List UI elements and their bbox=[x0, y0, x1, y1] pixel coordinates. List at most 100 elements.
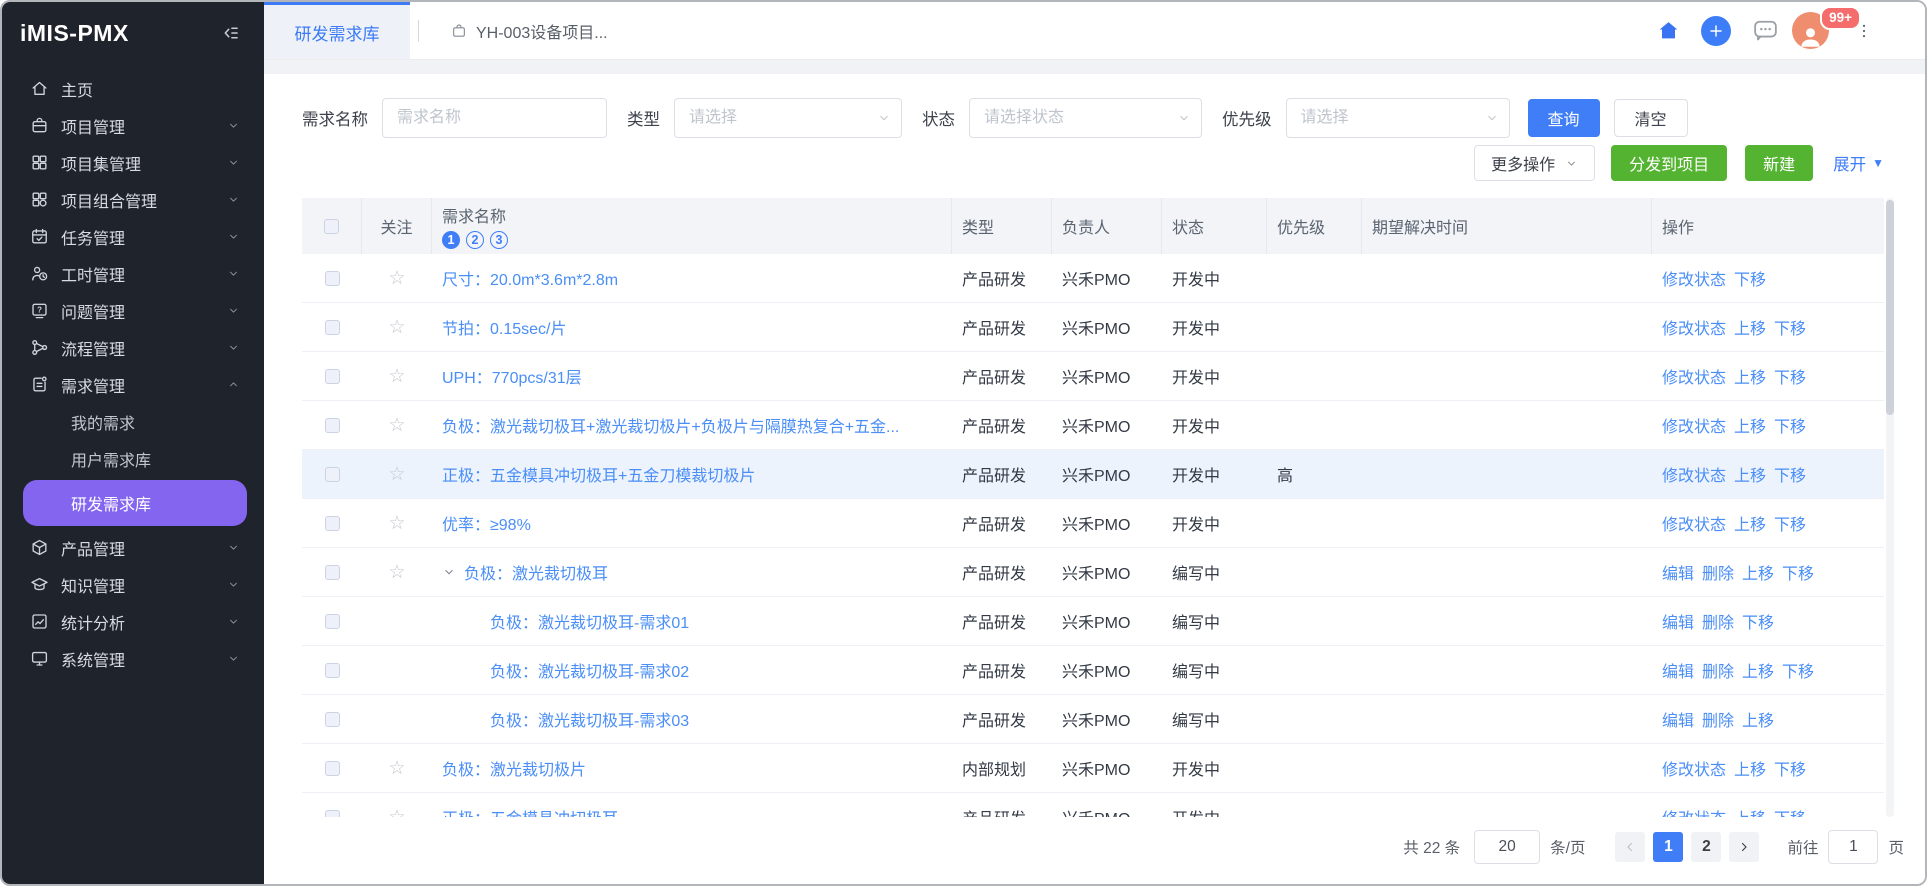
sidebar-item-analytics[interactable]: 统计分析 bbox=[2, 603, 264, 640]
more-actions-button[interactable]: 更多操作 bbox=[1474, 145, 1595, 181]
action-link[interactable]: 下移 bbox=[1774, 315, 1806, 339]
action-link[interactable]: 编辑 bbox=[1662, 658, 1694, 682]
action-link[interactable]: 下移 bbox=[1774, 756, 1806, 780]
status-select[interactable] bbox=[969, 98, 1202, 138]
expand-all-link[interactable]: 展开 ▼ bbox=[1833, 151, 1884, 175]
row-checkbox[interactable] bbox=[325, 516, 340, 531]
action-link[interactable]: 下移 bbox=[1774, 805, 1806, 817]
action-link[interactable]: 下移 bbox=[1774, 413, 1806, 437]
collapse-sidebar-icon[interactable] bbox=[220, 22, 242, 44]
action-link[interactable]: 上移 bbox=[1734, 511, 1766, 535]
next-page-button[interactable] bbox=[1729, 832, 1759, 862]
requirement-name-link[interactable]: 负极：激光裁切极耳-需求02 bbox=[490, 658, 689, 682]
sidebar-item-system-mgmt[interactable]: 系统管理 bbox=[2, 640, 264, 677]
row-checkbox[interactable] bbox=[325, 614, 340, 629]
action-link[interactable]: 修改状态 bbox=[1662, 413, 1726, 437]
sidebar-item-knowledge-mgmt[interactable]: 知识管理 bbox=[2, 566, 264, 603]
sidebar-item-task-mgmt[interactable]: 任务管理 bbox=[2, 218, 264, 255]
star-icon[interactable]: ☆ bbox=[388, 465, 405, 484]
page-button-2[interactable]: 2 bbox=[1691, 832, 1721, 862]
action-link[interactable]: 下移 bbox=[1782, 658, 1814, 682]
sidebar-item-program-mgmt[interactable]: 项目集管理 bbox=[2, 144, 264, 181]
row-checkbox[interactable] bbox=[325, 418, 340, 433]
messages-icon[interactable] bbox=[1752, 17, 1779, 44]
sidebar-item-project-mgmt[interactable]: 项目管理 bbox=[2, 107, 264, 144]
requirement-name-link[interactable]: 负极：激光裁切极片 bbox=[442, 756, 586, 780]
sidebar-item-issue-mgmt[interactable]: ?问题管理 bbox=[2, 292, 264, 329]
prev-page-button[interactable] bbox=[1615, 832, 1645, 862]
action-link[interactable]: 编辑 bbox=[1662, 560, 1694, 584]
action-link[interactable]: 删除 bbox=[1702, 609, 1734, 633]
action-link[interactable]: 下移 bbox=[1782, 560, 1814, 584]
sidebar-item-process-mgmt[interactable]: 流程管理 bbox=[2, 329, 264, 366]
row-checkbox[interactable] bbox=[325, 663, 340, 678]
requirement-name-link[interactable]: 正极：五金模具冲切极耳+五金刀模裁切极片 bbox=[442, 462, 755, 486]
action-link[interactable]: 编辑 bbox=[1662, 609, 1694, 633]
action-link[interactable]: 修改状态 bbox=[1662, 315, 1726, 339]
action-link[interactable]: 下移 bbox=[1734, 266, 1766, 290]
star-icon[interactable]: ☆ bbox=[388, 269, 405, 288]
action-link[interactable]: 修改状态 bbox=[1662, 511, 1726, 535]
action-link[interactable]: 上移 bbox=[1734, 805, 1766, 817]
sidebar-item-requirement-mgmt[interactable]: 需求管理 bbox=[2, 366, 264, 403]
requirement-name-link[interactable]: 优率：≥98% bbox=[442, 511, 531, 535]
action-link[interactable]: 上移 bbox=[1742, 707, 1774, 731]
requirement-name-link[interactable]: 节拍：0.15sec/片 bbox=[442, 315, 567, 339]
star-icon[interactable]: ☆ bbox=[388, 514, 405, 533]
action-link[interactable]: 上移 bbox=[1742, 560, 1774, 584]
goto-page-input[interactable] bbox=[1828, 830, 1878, 864]
action-link[interactable]: 修改状态 bbox=[1662, 266, 1726, 290]
requirement-name-link[interactable]: UPH：770pcs/31层 bbox=[442, 364, 582, 388]
scrollbar-thumb[interactable] bbox=[1886, 200, 1894, 415]
star-icon[interactable]: ☆ bbox=[388, 318, 405, 337]
action-link[interactable]: 上移 bbox=[1742, 658, 1774, 682]
requirement-name-link[interactable]: 负极：激光裁切极耳+激光裁切极片+负极片与隔膜热复合+五金... bbox=[442, 413, 899, 437]
row-checkbox[interactable] bbox=[325, 271, 340, 286]
action-link[interactable]: 上移 bbox=[1734, 462, 1766, 486]
level-badge-3[interactable]: 3 bbox=[490, 231, 508, 249]
sidebar-item-portfolio-mgmt[interactable]: 项目组合管理 bbox=[2, 181, 264, 218]
level-badge-2[interactable]: 2 bbox=[466, 231, 484, 249]
requirement-name-input[interactable] bbox=[382, 98, 607, 138]
sidebar-item-product-mgmt[interactable]: 产品管理 bbox=[2, 529, 264, 566]
row-checkbox[interactable] bbox=[325, 369, 340, 384]
sidebar-item-timesheet-mgmt[interactable]: 工时管理 bbox=[2, 255, 264, 292]
priority-select[interactable] bbox=[1286, 98, 1510, 138]
requirement-name-link[interactable]: 尺寸：20.0m*3.6m*2.8m bbox=[442, 266, 618, 290]
row-checkbox[interactable] bbox=[325, 761, 340, 776]
action-link[interactable]: 上移 bbox=[1734, 364, 1766, 388]
requirement-name-link[interactable]: 负极：激光裁切极耳-需求03 bbox=[490, 707, 689, 731]
row-checkbox[interactable] bbox=[325, 712, 340, 727]
clear-button[interactable]: 清空 bbox=[1614, 99, 1688, 137]
sidebar-item-user-requirement-lib[interactable]: 用户需求库 bbox=[2, 440, 264, 477]
action-link[interactable]: 修改状态 bbox=[1662, 364, 1726, 388]
create-button[interactable]: 新建 bbox=[1745, 145, 1813, 181]
page-size-input[interactable] bbox=[1474, 830, 1540, 864]
type-select[interactable] bbox=[674, 98, 902, 138]
action-link[interactable]: 下移 bbox=[1742, 609, 1774, 633]
row-checkbox[interactable] bbox=[325, 467, 340, 482]
action-link[interactable]: 修改状态 bbox=[1662, 805, 1726, 817]
requirement-name-link[interactable]: 负极：激光裁切极耳 bbox=[464, 560, 608, 584]
sidebar-item-rd-requirement-lib[interactable]: 研发需求库 bbox=[23, 480, 247, 526]
action-link[interactable]: 删除 bbox=[1702, 658, 1734, 682]
tab-yh-003[interactable]: YH-003设备项目... bbox=[427, 2, 632, 59]
action-link[interactable]: 下移 bbox=[1774, 462, 1806, 486]
action-link[interactable]: 删除 bbox=[1702, 707, 1734, 731]
distribute-to-project-button[interactable]: 分发到项目 bbox=[1611, 145, 1727, 181]
page-button-1[interactable]: 1 bbox=[1653, 832, 1683, 862]
action-link[interactable]: 修改状态 bbox=[1662, 756, 1726, 780]
action-link[interactable]: 下移 bbox=[1774, 511, 1806, 535]
row-checkbox[interactable] bbox=[325, 565, 340, 580]
requirement-name-link[interactable]: 负极：激光裁切极耳-需求01 bbox=[490, 609, 689, 633]
row-checkbox[interactable] bbox=[325, 320, 340, 335]
table-scrollbar[interactable] bbox=[1886, 198, 1894, 817]
star-icon[interactable]: ☆ bbox=[388, 367, 405, 386]
add-icon[interactable] bbox=[1701, 16, 1731, 46]
action-link[interactable]: 上移 bbox=[1734, 315, 1766, 339]
tab-rd-requirement-lib[interactable]: 研发需求库 bbox=[264, 2, 410, 59]
row-expand-icon[interactable] bbox=[442, 565, 456, 579]
star-icon[interactable]: ☆ bbox=[388, 759, 405, 778]
star-icon[interactable]: ☆ bbox=[388, 416, 405, 435]
action-link[interactable]: 删除 bbox=[1702, 560, 1734, 584]
